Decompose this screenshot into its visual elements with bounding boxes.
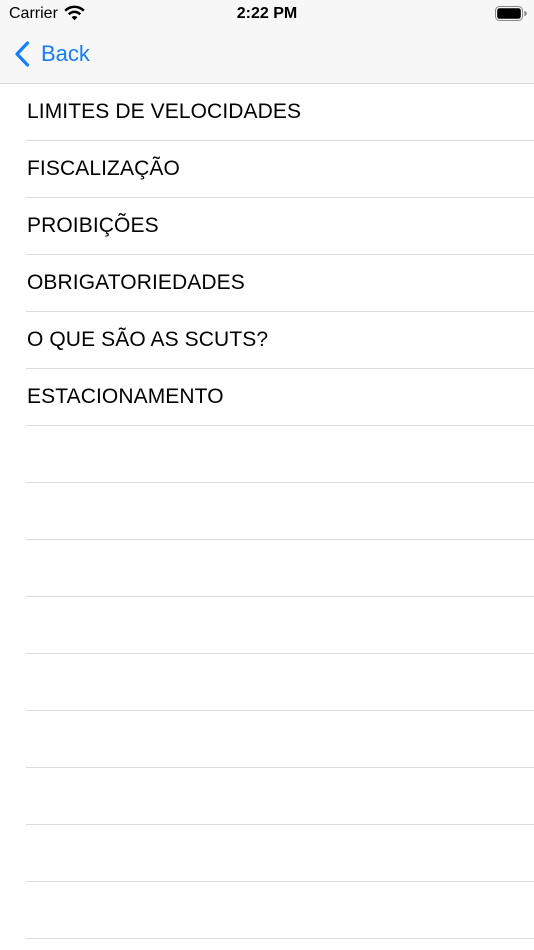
status-time: 2:22 PM — [236, 5, 298, 22]
empty-row — [26, 882, 534, 939]
back-label: Back — [41, 41, 90, 66]
list-item-label: O QUE SÃO AS SCUTS? — [27, 328, 269, 351]
empty-row — [26, 654, 534, 711]
list-item-scuts[interactable]: O QUE SÃO AS SCUTS? — [26, 312, 534, 369]
list-item-label: FISCALIZAÇÃO — [27, 157, 180, 180]
back-button[interactable]: Back — [14, 38, 90, 70]
list-item-label: PROIBIÇÕES — [27, 214, 159, 237]
list-item-label: ESTACIONAMENTO — [27, 385, 224, 408]
empty-row — [26, 597, 534, 654]
list-item-estacionamento[interactable]: ESTACIONAMENTO — [26, 369, 534, 426]
empty-row — [26, 426, 534, 483]
list-item-proibicoes[interactable]: PROIBIÇÕES — [26, 198, 534, 255]
list-item-label: LIMITES DE VELOCIDADES — [27, 100, 302, 123]
list-item-obrigatoriedades[interactable]: OBRIGATORIEDADES — [26, 255, 534, 312]
status-bar: Carrier 2:22 PM — [0, 0, 534, 28]
screen: Carrier 2:22 PM Back LIMITES DE VELOCIDA… — [0, 0, 534, 950]
header: Carrier 2:22 PM Back — [0, 0, 534, 84]
list-item-limites-de-velocidades[interactable]: LIMITES DE VELOCIDADES — [26, 84, 534, 141]
battery-icon — [495, 6, 527, 21]
empty-row — [26, 540, 534, 597]
empty-row — [26, 483, 534, 540]
chevron-left-icon — [15, 41, 30, 67]
list-item-label: OBRIGATORIEDADES — [27, 271, 245, 294]
navigation-bar: Back — [0, 28, 534, 83]
empty-row — [26, 711, 534, 768]
list-item-fiscalizacao[interactable]: FISCALIZAÇÃO — [26, 141, 534, 198]
empty-row — [26, 825, 534, 882]
menu-list: LIMITES DE VELOCIDADES FISCALIZAÇÃO PROI… — [0, 84, 534, 939]
empty-row — [26, 768, 534, 825]
